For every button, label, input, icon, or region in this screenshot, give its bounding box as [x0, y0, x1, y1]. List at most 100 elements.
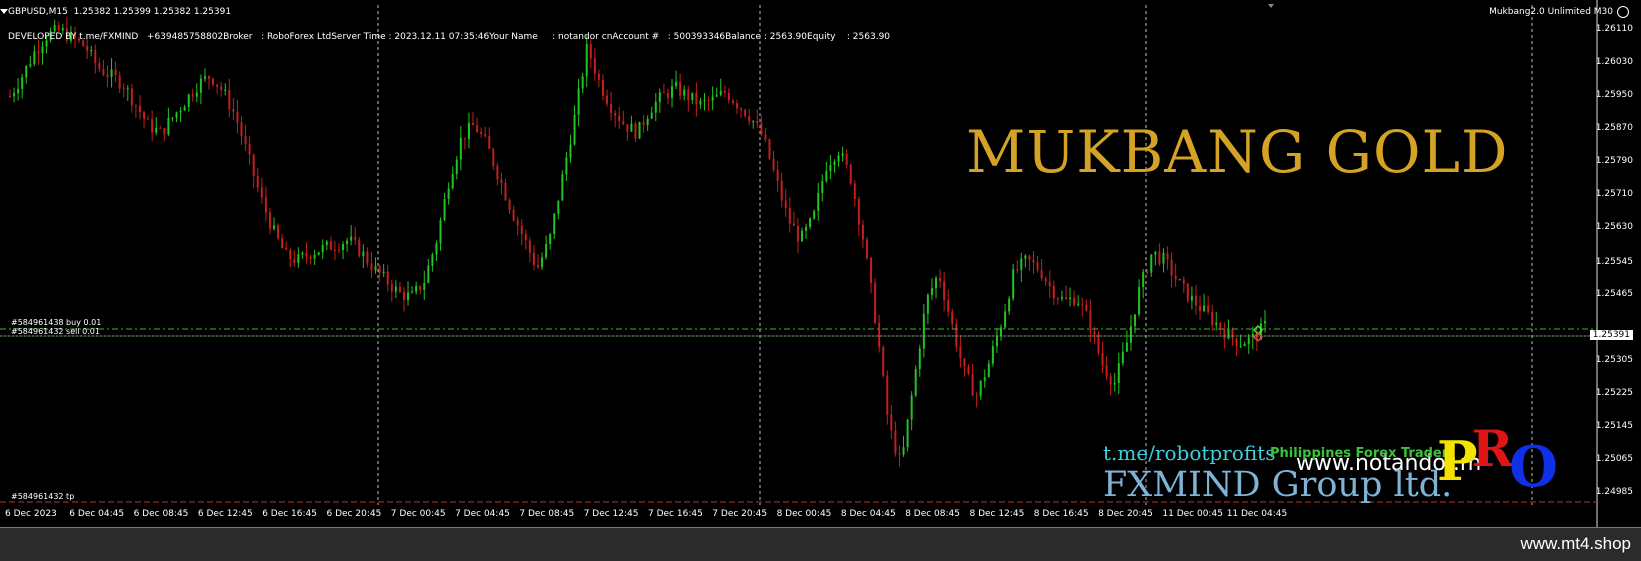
footer-bar: www.mt4.shop: [0, 528, 1641, 561]
buy-order-label[interactable]: #584961438 buy 0.01: [11, 318, 101, 327]
bear-candle: [951, 311, 954, 325]
bear-candle: [244, 136, 247, 145]
bull-candle: [565, 157, 568, 175]
bear-candle: [98, 63, 101, 70]
bear-candle: [370, 263, 373, 271]
tp-order-label[interactable]: #584961432 tp: [11, 492, 74, 501]
bull-candle: [646, 118, 649, 126]
bull-candle: [557, 200, 560, 214]
time-tick-label: 11 Dec 00:45: [1162, 509, 1223, 519]
bull-candle: [671, 86, 674, 98]
bear-candle: [504, 183, 507, 201]
bear-candle: [760, 122, 763, 135]
bear-candle: [679, 81, 682, 96]
bear-candle: [122, 88, 125, 90]
bear-candle: [151, 119, 154, 133]
bull-candle: [549, 234, 552, 244]
price-tick-label: 1.25870: [1595, 122, 1633, 133]
smiley-icon[interactable]: [1617, 6, 1629, 18]
bull-candle: [1008, 298, 1011, 312]
bear-candle: [37, 51, 40, 53]
price-tick-label: 1.25145: [1595, 420, 1633, 431]
bull-candle: [423, 282, 426, 290]
bull-candle: [675, 81, 678, 87]
bear-candle: [102, 69, 105, 75]
bear-candle: [939, 277, 942, 282]
bull-candle: [187, 94, 190, 107]
bear-candle: [337, 249, 340, 251]
telegram-link[interactable]: t.me/robotprofits: [1103, 441, 1275, 465]
bull-candle: [922, 313, 925, 349]
price-tick-label: 1.25225: [1595, 388, 1633, 399]
bear-candle: [1089, 310, 1092, 332]
bear-candle: [1158, 251, 1161, 264]
bear-candle: [236, 111, 239, 123]
time-tick-label: 7 Dec 16:45: [648, 509, 703, 519]
price-tick-label: 1.25630: [1595, 221, 1633, 232]
bull-candle: [1077, 303, 1080, 306]
bear-candle: [780, 180, 783, 201]
time-tick-label: 7 Dec 04:45: [455, 509, 510, 519]
bear-candle: [1056, 298, 1059, 300]
bull-candle: [1121, 351, 1124, 364]
bull-candle: [272, 225, 275, 229]
bear-candle: [402, 292, 405, 301]
bear-candle: [358, 239, 361, 257]
sell-order-label[interactable]: #584961432 sell 0.01: [11, 327, 100, 336]
philippines-trader-tag: Philippines Forex Trader: [1270, 446, 1449, 461]
bull-candle: [21, 77, 24, 89]
bear-candle: [882, 347, 885, 376]
bear-candle: [277, 225, 280, 239]
bull-candle: [1060, 297, 1063, 299]
bull-candle: [155, 127, 158, 133]
bull-candle: [914, 368, 917, 396]
bull-candle: [126, 88, 129, 90]
price-chart[interactable]: GBPUSD,M15 1.25382 1.25399 1.25382 1.253…: [0, 0, 1641, 528]
bull-candle: [25, 66, 28, 78]
bull-candle: [545, 243, 548, 258]
bull-candle: [683, 89, 686, 96]
bull-candle: [910, 395, 913, 420]
bear-candle: [1109, 376, 1112, 385]
bear-candle: [9, 96, 11, 98]
bull-candle: [930, 288, 933, 295]
bull-candle: [443, 198, 446, 221]
bull-candle: [979, 381, 982, 396]
bull-candle: [800, 230, 803, 242]
bear-candle: [784, 200, 787, 209]
bull-candle: [374, 266, 377, 271]
bear-candle: [967, 366, 970, 374]
bull-candle: [935, 277, 938, 289]
bear-candle: [601, 79, 604, 96]
bull-candle: [1227, 329, 1230, 339]
bull-candle: [1117, 363, 1120, 384]
chart-shift-marker: [1268, 4, 1274, 8]
time-tick-label: 11 Dec 04:45: [1226, 509, 1288, 519]
footer-website[interactable]: www.mt4.shop: [1520, 534, 1631, 554]
bear-candle: [488, 136, 491, 149]
bull-candle: [297, 254, 300, 263]
bear-candle: [642, 121, 645, 126]
symbol-header: GBPUSD,M15 1.25382 1.25399 1.25382 1.253…: [8, 7, 232, 17]
bull-candle: [833, 161, 836, 166]
bear-candle: [354, 236, 357, 240]
bull-candle: [1243, 344, 1246, 347]
chart-menu-arrow-icon[interactable]: [0, 9, 8, 14]
bull-candle: [805, 226, 808, 231]
price-tick-label: 1.25790: [1595, 155, 1633, 166]
bull-candle: [1190, 295, 1193, 301]
bull-candle: [167, 118, 170, 135]
bull-candle: [1134, 314, 1137, 327]
bull-candle: [752, 121, 755, 123]
bear-candle: [947, 299, 950, 312]
bear-candle: [662, 92, 665, 94]
time-tick-label: 8 Dec 08:45: [905, 509, 960, 519]
price-tick-label: 1.25710: [1595, 188, 1633, 199]
bull-candle: [541, 257, 544, 268]
bull-candle: [573, 114, 576, 145]
bull-candle: [1138, 287, 1141, 315]
bear-candle: [512, 209, 515, 221]
bear-candle: [622, 121, 625, 125]
time-tick-label: 8 Dec 16:45: [1033, 509, 1089, 519]
bull-candle: [1154, 251, 1157, 255]
